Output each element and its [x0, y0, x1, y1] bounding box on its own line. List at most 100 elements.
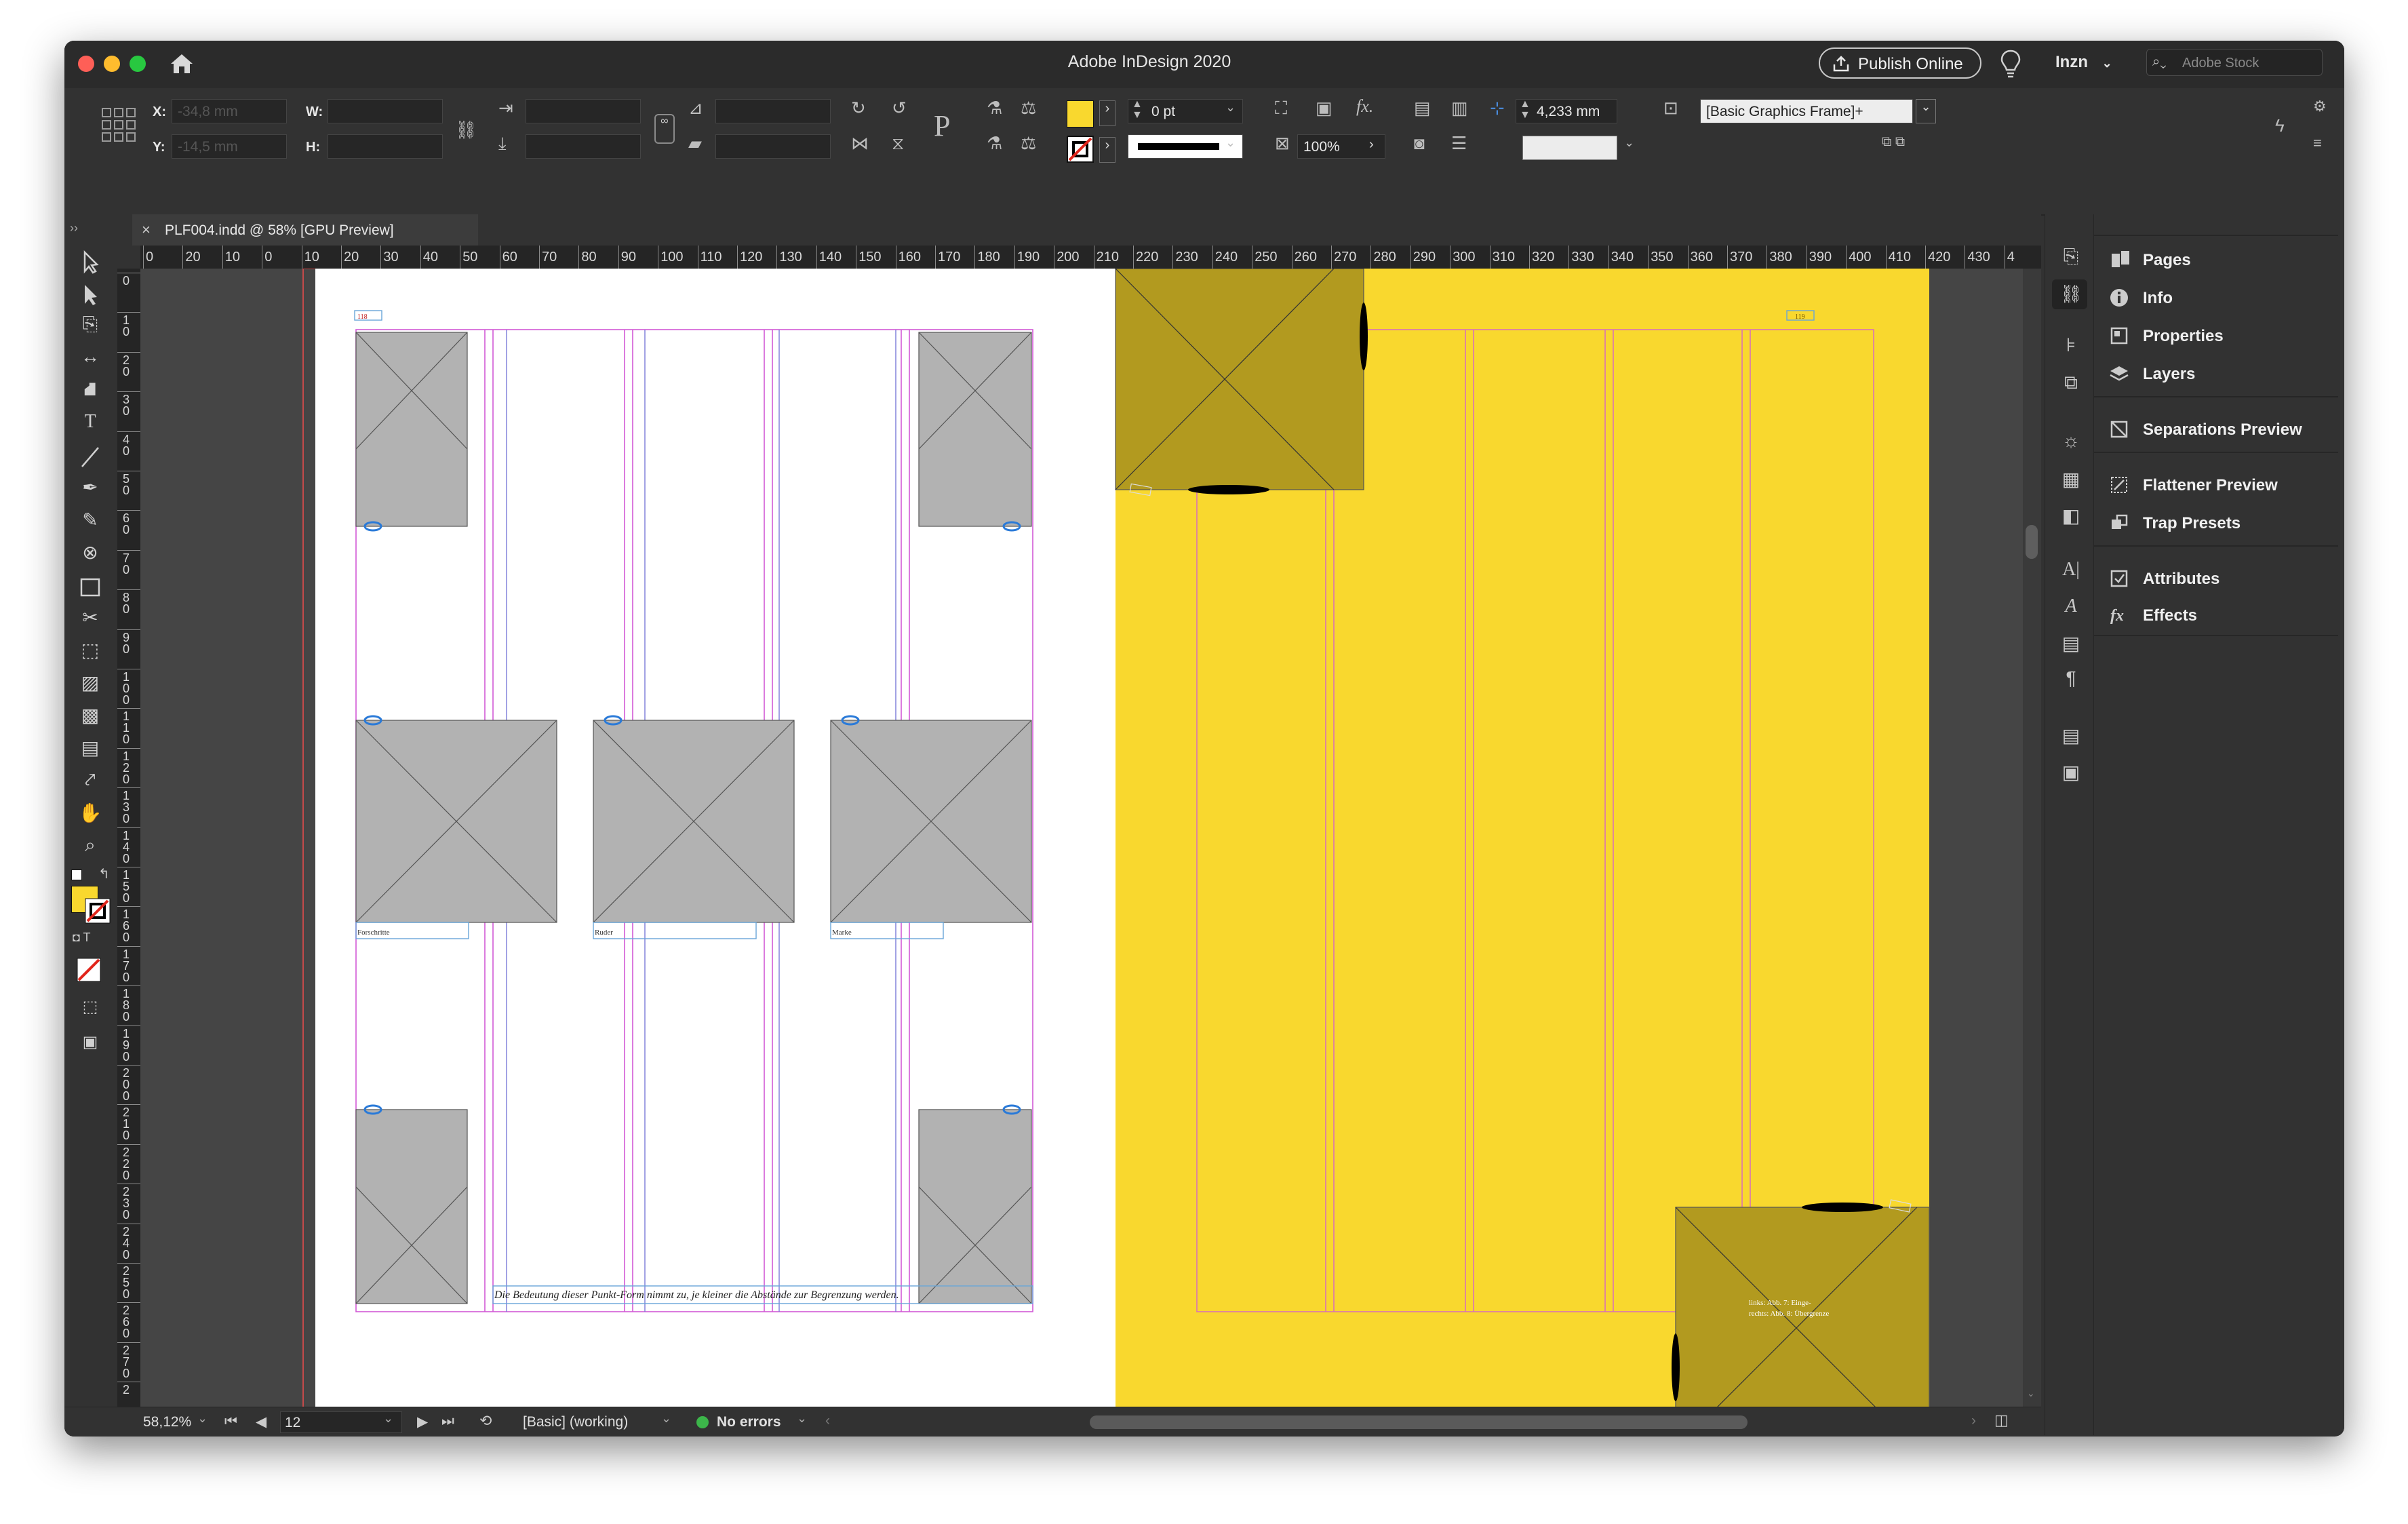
scale-y-field[interactable]: [526, 134, 641, 159]
color-icon[interactable]: ▦: [2059, 468, 2083, 492]
panel-flattener-preview[interactable]: Flattener Preview: [2094, 467, 2338, 502]
page-tool-icon[interactable]: ⎘: [75, 313, 105, 340]
stepper-icon[interactable]: ▲ ▼: [1520, 99, 1531, 121]
path-text-icon[interactable]: P: [934, 109, 950, 143]
last-page-icon[interactable]: ⏭: [441, 1413, 454, 1430]
rotation-field[interactable]: [715, 99, 831, 123]
open-in-window-icon[interactable]: ⟲: [479, 1412, 492, 1430]
w-field[interactable]: [328, 99, 443, 123]
panel-menu-icon[interactable]: ≡: [2313, 134, 2322, 152]
free-transform-tool-icon[interactable]: ⬚: [75, 639, 105, 666]
type-tool-icon[interactable]: T: [75, 411, 105, 438]
horizontal-scroll-thumb[interactable]: [1090, 1415, 1748, 1429]
vertical-scroll-thumb[interactable]: [2026, 525, 2038, 559]
gradient-swatch-tool-icon[interactable]: ▨: [75, 671, 105, 699]
select-content-icon[interactable]: ⚗: [987, 133, 1002, 154]
object-style-actions-icon[interactable]: ⧉ ⧉: [1882, 134, 1905, 150]
close-window-button[interactable]: [78, 56, 94, 72]
zoom-level[interactable]: 58,12%: [143, 1414, 191, 1430]
align-icon[interactable]: ⊧: [2059, 334, 2083, 358]
scroll-down-icon[interactable]: ⌄: [2027, 1388, 2035, 1399]
lightbulb-icon[interactable]: [1999, 49, 2022, 79]
direct-selection-tool-icon[interactable]: [75, 281, 105, 308]
close-tab-icon[interactable]: ×: [142, 221, 151, 239]
text-wrap-none-icon[interactable]: ▤: [1414, 98, 1431, 119]
stroke-none-swatch[interactable]: [1067, 136, 1094, 163]
chevron-down-icon[interactable]: ⌄: [1225, 100, 1236, 115]
stroke-panel-icon[interactable]: ▣: [2059, 761, 2083, 785]
opacity-chevron-icon[interactable]: ›: [1369, 137, 1384, 157]
workspace-switcher[interactable]: Inzn ⌄: [2055, 53, 2112, 72]
rotate-cw-icon[interactable]: ↻: [851, 98, 866, 119]
text-wrap-shape-icon[interactable]: ◙: [1414, 133, 1425, 154]
auto-spacing-icon[interactable]: ⊹: [1490, 98, 1505, 119]
preflight-profile[interactable]: [Basic] (working): [523, 1414, 628, 1430]
panel-effects[interactable]: fx Effects: [2094, 597, 2338, 632]
default-colors-icon[interactable]: [71, 870, 82, 880]
drop-shadow-icon[interactable]: ▣: [1316, 98, 1333, 119]
gap-tool-icon[interactable]: ↔: [75, 346, 105, 373]
select-next-icon[interactable]: ⚖: [1021, 133, 1036, 154]
swatches-icon[interactable]: ☼: [2059, 430, 2083, 454]
line-tool-icon[interactable]: [75, 444, 105, 471]
character-icon[interactable]: A|: [2059, 559, 2083, 583]
scissors-tool-icon[interactable]: ✂: [75, 606, 105, 633]
zoom-tool-icon[interactable]: ⌕: [75, 834, 105, 861]
text-wrap-bbox-icon[interactable]: ▥: [1451, 98, 1468, 119]
x-field[interactable]: -34,8 mm: [172, 99, 287, 123]
y-field[interactable]: -14,5 mm: [172, 134, 287, 159]
pathfinder-icon[interactable]: ⧉: [2059, 372, 2083, 396]
panel-properties[interactable]: Properties: [2094, 317, 2338, 353]
preflight-errors[interactable]: No errors: [717, 1414, 781, 1430]
preview-mode-icon[interactable]: ▣: [75, 1032, 105, 1059]
panel-pages[interactable]: Pages: [2094, 241, 2338, 277]
quick-actions-icon[interactable]: ϟ: [2275, 115, 2285, 136]
content-collector-icon[interactable]: ⛘: [75, 378, 105, 406]
document-tab[interactable]: × PLF004.indd @ 58% [GPU Preview]: [132, 214, 478, 246]
select-container-icon[interactable]: ⚗: [987, 98, 1002, 119]
fx-icon[interactable]: fx.: [1356, 96, 1373, 117]
chevron-down-icon[interactable]: ⌄: [1916, 99, 1936, 123]
split-window-icon[interactable]: ◫: [1994, 1411, 2009, 1429]
fill-swatch[interactable]: [1067, 100, 1094, 128]
scale-x-field[interactable]: [526, 99, 641, 123]
note-tool-icon[interactable]: ▤: [75, 737, 105, 764]
stroke-color-swatch[interactable]: [85, 898, 111, 924]
stroke-style-preview[interactable]: [1522, 136, 1617, 160]
publish-online-button[interactable]: Publish Online: [1819, 47, 1981, 79]
apply-none-icon[interactable]: [77, 958, 101, 982]
chevron-down-icon[interactable]: ⌄: [383, 1411, 393, 1426]
select-previous-icon[interactable]: ⚖: [1021, 98, 1036, 119]
swap-colors-icon[interactable]: ↰: [98, 865, 110, 882]
chevron-down-icon[interactable]: ⌄: [661, 1411, 671, 1426]
paragraph-icon[interactable]: ¶: [2059, 667, 2083, 692]
formatting-container-icon[interactable]: ◘ T: [73, 931, 91, 945]
vertical-scrollbar[interactable]: ⌄: [2023, 269, 2041, 1407]
gradient-feather-tool-icon[interactable]: ▩: [75, 704, 105, 731]
previous-page-icon[interactable]: ◀: [256, 1413, 267, 1430]
gradient-icon[interactable]: ◧: [2059, 505, 2083, 529]
rectangle-frame-tool-icon[interactable]: ⊗: [75, 541, 105, 568]
collapse-toolbox-icon[interactable]: ››: [70, 221, 78, 235]
object-style-select[interactable]: [Basic Graphics Frame]+: [1700, 99, 1913, 123]
gear-icon[interactable]: ⚙: [2313, 98, 2327, 115]
zoom-window-button[interactable]: [130, 56, 146, 72]
chevron-down-icon[interactable]: ⌄: [197, 1411, 208, 1426]
frame-fitting-icon[interactable]: ⛶: [1275, 98, 1287, 119]
spacing-field[interactable]: 4,233 mm: [1516, 99, 1617, 123]
paragraph-styles-icon[interactable]: ▤: [2059, 632, 2083, 657]
chevron-down-icon[interactable]: ⌄: [1624, 136, 1634, 150]
fill-menu-chevron-icon[interactable]: ›: [1099, 100, 1116, 126]
scroll-right-icon[interactable]: ›: [1971, 1413, 1976, 1429]
links-panel-button[interactable]: ⛓: [2052, 279, 2087, 309]
character-styles-icon[interactable]: A: [2059, 595, 2083, 620]
adobe-stock-search[interactable]: ⌕⌄ Adobe Stock: [2146, 49, 2323, 76]
minimize-window-button[interactable]: [104, 56, 120, 72]
text-wrap-icon[interactable]: ▤: [2059, 724, 2083, 749]
chevron-down-icon[interactable]: ⌄: [1225, 136, 1236, 150]
hand-tool-icon[interactable]: ✋: [75, 802, 105, 829]
text-wrap-jump-icon[interactable]: ☰: [1451, 133, 1467, 154]
reference-point-icon[interactable]: [101, 107, 136, 142]
constrain-proportions-icon[interactable]: ⛓: [455, 119, 477, 140]
home-icon[interactable]: [168, 50, 195, 77]
